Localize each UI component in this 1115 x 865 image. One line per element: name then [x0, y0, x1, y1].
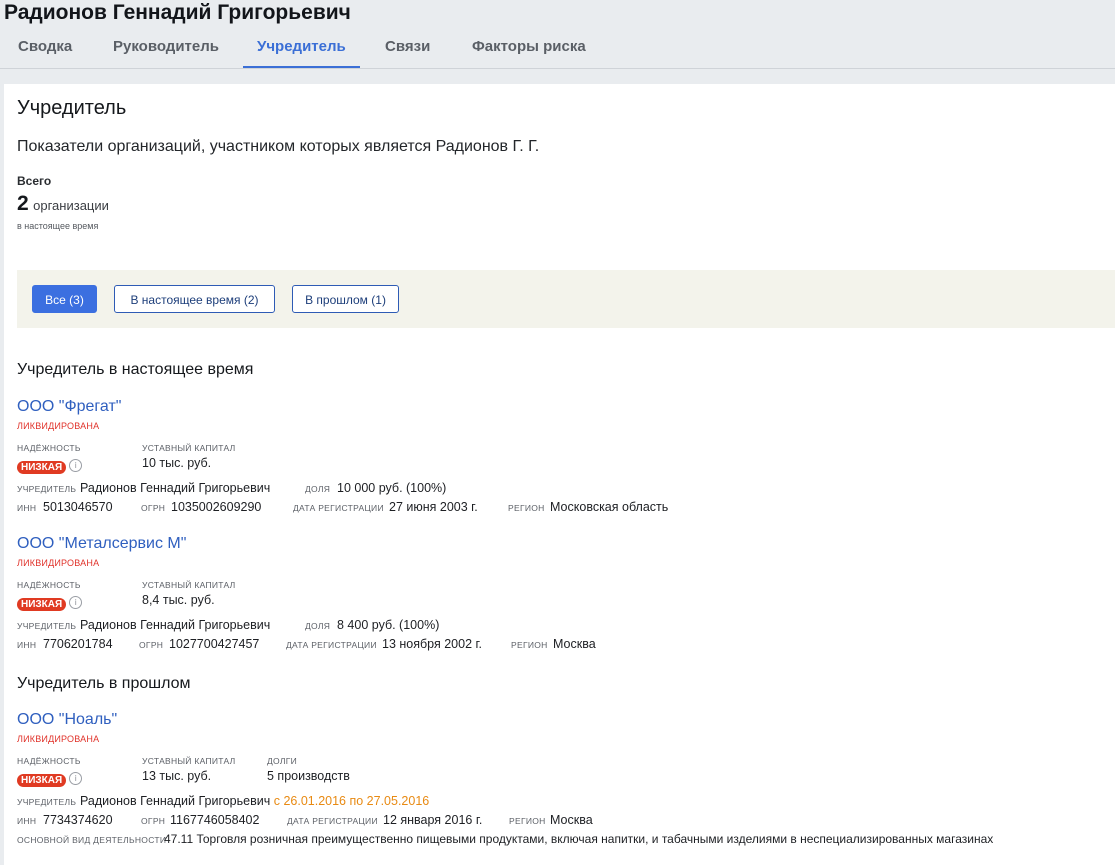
reg-date-label: ДАТА РЕГИСТРАЦИИ: [293, 503, 384, 513]
share-label: ДОЛЯ: [305, 621, 331, 631]
tab-founder[interactable]: Учредитель: [243, 34, 360, 68]
region-label: РЕГИОН: [508, 503, 545, 513]
capital-label: УСТАВНЫЙ КАПИТАЛ: [142, 580, 236, 590]
total-unit: организации: [33, 198, 109, 213]
inn-value: 7734374620: [43, 813, 113, 827]
reg-date-label: ДАТА РЕГИСТРАЦИИ: [287, 816, 378, 826]
reg-date-label: ДАТА РЕГИСТРАЦИИ: [286, 640, 377, 650]
reg-date-value: 27 июня 2003 г.: [389, 500, 478, 514]
share-value: 10 000 руб. (100%): [337, 481, 447, 495]
tab-connections[interactable]: Связи: [385, 34, 430, 66]
current-section-heading: Учредитель в настоящее время: [17, 361, 254, 378]
founder-label: УЧРЕДИТЕЛЬ: [17, 621, 77, 631]
inn-label: ИНН: [17, 640, 37, 650]
tab-risk-factors[interactable]: Факторы риска: [472, 34, 586, 66]
section-heading: Учредитель: [17, 97, 127, 119]
capital-label: УСТАВНЫЙ КАПИТАЛ: [142, 756, 236, 766]
share-label: ДОЛЯ: [305, 484, 331, 494]
debts-value: 5 производств: [267, 769, 350, 783]
capital-value: 8,4 тыс. руб.: [142, 593, 215, 607]
region-value: Москва: [553, 637, 596, 651]
section-subtitle: Показатели организаций, участником котор…: [17, 138, 540, 155]
org-status: ЛИКВИДИРОВАНА: [17, 734, 100, 744]
founder-name: Радионов Геннадий Григорьевич: [80, 794, 271, 808]
reliability-label: НАДЁЖНОСТЬ: [17, 443, 81, 453]
ogrn-value: 1035002609290: [171, 500, 262, 514]
region-value: Московская область: [550, 500, 669, 514]
capital-label: УСТАВНЫЙ КАПИТАЛ: [142, 443, 236, 453]
founder-value: Радионов Геннадий Григорьевич с 26.01.20…: [80, 794, 429, 808]
ogrn-value: 1167746058402: [170, 813, 260, 827]
inn-label: ИНН: [17, 816, 37, 826]
org-name-link[interactable]: ООО "Фрегат": [17, 398, 121, 416]
reliability-row: НИЗКАЯ i: [17, 770, 83, 788]
info-icon[interactable]: i: [69, 596, 83, 610]
reliability-row: НИЗКАЯ i: [17, 457, 83, 475]
region-label: РЕГИОН: [509, 816, 546, 826]
reliability-row: НИЗКАЯ i: [17, 594, 83, 612]
inn-label: ИНН: [17, 503, 37, 513]
tab-bar: Сводка Руководитель Учредитель Связи Фак…: [0, 34, 1115, 69]
tab-director[interactable]: Руководитель: [113, 34, 219, 66]
org-status: ЛИКВИДИРОВАНА: [17, 421, 100, 431]
total-count: 2: [17, 192, 29, 215]
total-count-row: 2 организации: [17, 192, 109, 216]
filter-current-button[interactable]: В настоящее время (2): [114, 285, 275, 313]
page-header: Радионов Геннадий Григорьевич Сводка Рук…: [0, 0, 1115, 69]
filter-bar: Все (3) В настоящее время (2) В прошлом …: [17, 270, 1115, 328]
ogrn-value: 1027700427457: [169, 637, 260, 651]
founder-period: с 26.01.2016 по 27.05.2016: [273, 794, 430, 808]
capital-value: 10 тыс. руб.: [142, 456, 212, 470]
tab-summary[interactable]: Сводка: [18, 34, 72, 66]
filter-past-button[interactable]: В прошлом (1): [292, 285, 399, 313]
reg-date-value: 12 января 2016 г.: [383, 813, 483, 827]
reliability-badge: НИЗКАЯ: [17, 774, 67, 787]
reliability-label: НАДЁЖНОСТЬ: [17, 756, 81, 766]
ogrn-label: ОГРН: [141, 816, 166, 826]
share-value: 8 400 руб. (100%): [337, 618, 440, 632]
activity-value: 47.11 Торговля розничная преимущественно…: [164, 832, 994, 846]
page-title: Радионов Геннадий Григорьевич: [4, 1, 351, 24]
founder-value: Радионов Геннадий Григорьевич: [80, 481, 271, 495]
org-name-link[interactable]: ООО "Ноаль": [17, 711, 117, 729]
filter-all-button[interactable]: Все (3): [32, 285, 97, 313]
reg-date-value: 13 ноября 2002 г.: [382, 637, 482, 651]
founder-label: УЧРЕДИТЕЛЬ: [17, 484, 77, 494]
capital-value: 13 тыс. руб.: [142, 769, 212, 783]
total-label: Всего: [17, 174, 52, 188]
founder-label: УЧРЕДИТЕЛЬ: [17, 797, 77, 807]
past-section-heading: Учредитель в прошлом: [17, 675, 191, 692]
info-icon[interactable]: i: [69, 459, 83, 473]
total-note: в настоящее время: [17, 221, 99, 231]
reliability-label: НАДЁЖНОСТЬ: [17, 580, 81, 590]
inn-value: 5013046570: [43, 500, 113, 514]
info-icon[interactable]: i: [69, 772, 83, 786]
debts-label: ДОЛГИ: [267, 756, 298, 766]
reliability-badge: НИЗКАЯ: [17, 598, 67, 611]
org-name-link[interactable]: ООО "Металсервис М": [17, 535, 186, 553]
content-card: Учредитель Показатели организаций, участ…: [4, 84, 1115, 865]
ogrn-label: ОГРН: [141, 503, 166, 513]
region-label: РЕГИОН: [511, 640, 548, 650]
inn-value: 7706201784: [43, 637, 113, 651]
activity-label: ОСНОВНОЙ ВИД ДЕЯТЕЛЬНОСТИ: [17, 835, 167, 845]
reliability-badge: НИЗКАЯ: [17, 461, 67, 474]
org-status: ЛИКВИДИРОВАНА: [17, 558, 100, 568]
region-value: Москва: [550, 813, 593, 827]
founder-value: Радионов Геннадий Григорьевич: [80, 618, 271, 632]
ogrn-label: ОГРН: [139, 640, 164, 650]
